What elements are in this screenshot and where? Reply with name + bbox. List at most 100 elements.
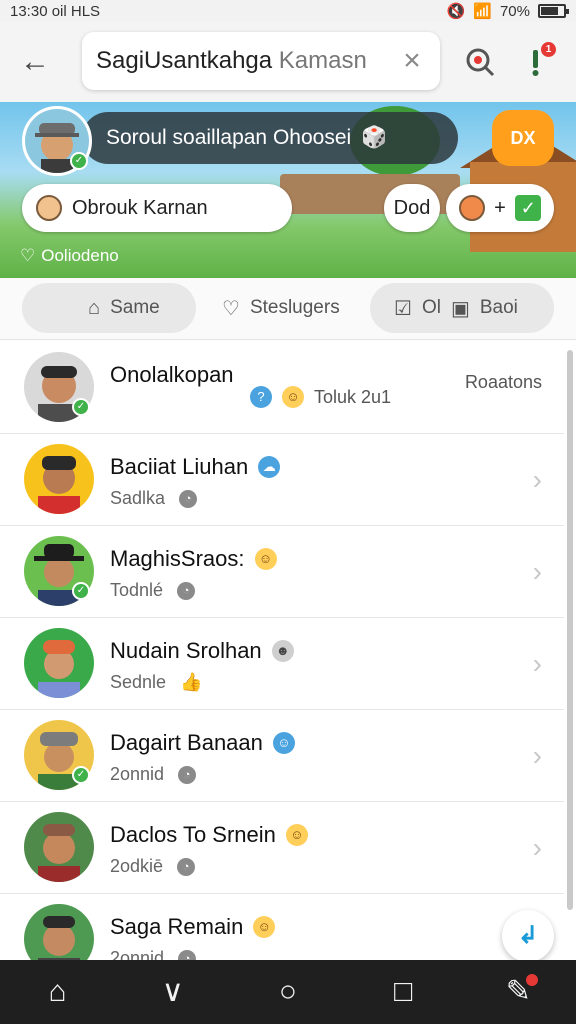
status-icon: ◔ bbox=[178, 765, 197, 784]
contact-sub: 2odkiē ◔ bbox=[110, 856, 196, 877]
back-button[interactable]: ← bbox=[20, 44, 60, 80]
contact-meta: ? ☺ Toluk 2u1 bbox=[250, 386, 391, 408]
dod-pill[interactable]: Dod bbox=[384, 184, 440, 232]
chip-steslugers-label: Steslugers bbox=[249, 297, 340, 318]
contact-name-text: Baciiat Liuhan bbox=[110, 454, 249, 479]
contact-sub: Todnlé ◔ bbox=[110, 580, 196, 601]
info-icon: ? bbox=[250, 386, 272, 408]
avatar bbox=[24, 444, 94, 514]
contact-name: MaghisSraos: ☺ bbox=[110, 546, 277, 572]
status-left-text: 13:30 oil HLS bbox=[10, 2, 101, 20]
check-icon[interactable]: ✓ bbox=[515, 195, 542, 221]
list-item[interactable]: Daclos To Srnein ☺ 2odkiē ◔ › bbox=[0, 802, 564, 894]
contact-name-text: Saga Remain bbox=[110, 914, 244, 939]
chevron-right-icon[interactable]: › bbox=[533, 740, 542, 772]
fab-icon: ↲ bbox=[517, 922, 539, 949]
banner-title-pill[interactable]: Soroul soaillapan Ohoosei 🎲 bbox=[82, 112, 458, 164]
chevron-right-icon[interactable]: › bbox=[533, 464, 542, 496]
home-outline-icon: ⌂ bbox=[88, 296, 101, 319]
contact-name: Daclos To Srnein ☺ bbox=[110, 822, 308, 848]
nav-home[interactable]: ⌂ bbox=[34, 968, 82, 1016]
battery-percent: 70% bbox=[499, 2, 530, 20]
square-recents-icon: □ bbox=[394, 975, 413, 1008]
avatar bbox=[24, 904, 94, 960]
contact-name: Onolalkopan bbox=[110, 362, 234, 388]
list-item[interactable]: Baciiat Liuhan ☁ Sadlka ◔ › bbox=[0, 434, 564, 526]
list-item[interactable]: ✓ Onolalkopan ? ☺ Toluk 2u1 Roaatons bbox=[0, 342, 564, 434]
contact-name-text: Dagairt Banaan bbox=[110, 730, 263, 755]
contact-sub: 2onnid ◔ bbox=[110, 764, 197, 785]
contact-name-text: Daclos To Srnein bbox=[110, 822, 276, 847]
nav-recents[interactable]: □ bbox=[379, 968, 427, 1016]
status-icons: 🔇 📶 70% bbox=[446, 2, 569, 20]
profile-banner: Soroul soaillapan Ohoosei 🎲 ✓ DX Obrouk … bbox=[0, 102, 576, 278]
battery-icon bbox=[538, 4, 569, 18]
contact-sub-text: 2odkiē bbox=[110, 856, 164, 876]
dx-button[interactable]: DX bbox=[492, 110, 554, 166]
avatar bbox=[24, 812, 94, 882]
contact-name: Dagairt Banaan ☺ bbox=[110, 730, 295, 756]
avatar-image bbox=[24, 904, 94, 960]
contact-sub-text: Sadlka bbox=[110, 488, 166, 508]
list-item[interactable]: ✓ MaghisSraos: ☺ Todnlé ◔ › bbox=[0, 526, 564, 618]
clear-icon[interactable]: × bbox=[398, 44, 426, 78]
user-pill-avatar bbox=[36, 195, 62, 221]
avatar bbox=[24, 628, 94, 698]
contact-sub-text: Sednle bbox=[110, 672, 167, 692]
banner-footer-text: Ooliodeno bbox=[41, 246, 119, 265]
nav-down[interactable]: ∨ bbox=[149, 968, 197, 1016]
online-icon: ✓ bbox=[72, 582, 90, 600]
avatar-image bbox=[24, 812, 94, 882]
list-item[interactable]: ✓ Dagairt Banaan ☺ 2onnid ◔ › bbox=[0, 710, 564, 802]
circle-home-icon: ○ bbox=[278, 975, 298, 1008]
heart-outline-icon: ♡ bbox=[222, 297, 240, 320]
chip-steslugers[interactable]: ♡ Steslugers bbox=[222, 283, 362, 333]
chip-baoi-label: Baoi bbox=[479, 297, 518, 318]
chip-same[interactable]: ⌂ Same bbox=[22, 283, 196, 333]
wifi-icon: 📶 bbox=[473, 3, 492, 20]
contact-sub: Sednle 👍 bbox=[110, 672, 202, 693]
chevron-right-icon[interactable]: › bbox=[533, 556, 542, 588]
search-query[interactable]: SagiUsantkahga Kamasn bbox=[96, 47, 398, 75]
contact-sub: Sadlka ◔ bbox=[110, 488, 198, 509]
filter-bar: ⌂ Same ♡ Steslugers ☑ Ol ▣ Baoi bbox=[0, 278, 576, 340]
status-icon: ◔ bbox=[179, 489, 198, 508]
chip-same-label: Same bbox=[110, 297, 160, 318]
online-icon: ✓ bbox=[72, 766, 90, 784]
contact-name-text: Onolalkopan bbox=[110, 362, 234, 387]
notification-button[interactable]: 1 bbox=[518, 42, 556, 80]
list-item[interactable]: Nudain Srolhan ☻ Sednle 👍 › bbox=[0, 618, 564, 710]
new-chat-fab[interactable]: ↲ bbox=[502, 910, 554, 962]
sleep-emoji-icon: ☁ bbox=[258, 456, 281, 478]
action-pill[interactable]: + ✓ bbox=[446, 184, 554, 232]
search-query-text: SagiUsantkahga bbox=[96, 47, 273, 74]
search-field[interactable]: SagiUsantkahga Kamasn × bbox=[82, 32, 440, 90]
dice-icon: 🎲 bbox=[361, 126, 388, 149]
nav-compose[interactable]: ✎ bbox=[494, 968, 542, 1016]
nav-circle[interactable]: ○ bbox=[264, 968, 312, 1016]
contact-name: Baciiat Liuhan ☁ bbox=[110, 454, 281, 480]
emoji-avatar-icon bbox=[458, 195, 485, 221]
contact-right-label: Roaatons bbox=[464, 372, 542, 392]
scrollbar[interactable] bbox=[567, 350, 573, 910]
lens-search-icon bbox=[466, 48, 495, 77]
lens-search-button[interactable] bbox=[462, 44, 498, 80]
chevron-right-icon[interactable]: › bbox=[533, 648, 542, 680]
home-icon: ⌂ bbox=[48, 975, 67, 1008]
list-item[interactable]: Saga Remain ☺ 2onnid ◔ bbox=[0, 894, 564, 960]
user-pill[interactable]: Obrouk Karnan bbox=[22, 184, 292, 232]
thumbs-up-icon: 👍 bbox=[180, 672, 203, 692]
chip-boxes[interactable]: ☑ Ol ▣ Baoi bbox=[370, 283, 554, 333]
compose-badge bbox=[526, 974, 539, 986]
smile-emoji-icon: ☺ bbox=[285, 824, 308, 846]
contact-name-text: Nudain Srolhan bbox=[110, 638, 262, 663]
banner-footer[interactable]: ♡ Ooliodeno bbox=[20, 246, 119, 266]
back-arrow-icon: ← bbox=[20, 45, 50, 78]
contact-name: Nudain Srolhan ☻ bbox=[110, 638, 294, 664]
chevron-right-icon[interactable]: › bbox=[533, 832, 542, 864]
smile-emoji-icon: ☺ bbox=[282, 386, 304, 408]
contact-sub: 2onnid ◔ bbox=[110, 948, 197, 960]
mute-icon: 🔇 bbox=[446, 3, 466, 20]
contact-name: Saga Remain ☺ bbox=[110, 914, 276, 940]
status-icon: ◔ bbox=[177, 581, 196, 600]
